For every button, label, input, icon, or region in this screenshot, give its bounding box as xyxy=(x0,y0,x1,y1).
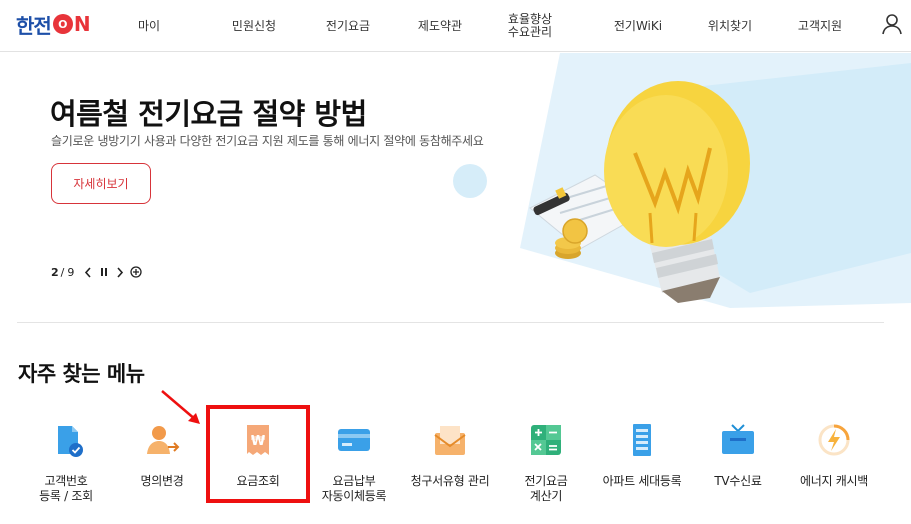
plus-circle-icon xyxy=(130,266,143,278)
nav-label: 민원신청 xyxy=(231,18,277,33)
chevron-left-icon xyxy=(85,266,91,278)
quick-menu-bill-type[interactable]: 청구서유형 관리 xyxy=(402,418,498,518)
nav-item-customer-support[interactable]: 고객지원 xyxy=(784,0,856,52)
nav-label: 고객지원 xyxy=(797,18,843,33)
quick-menu-energy-cashback[interactable]: 에너지 캐시백 xyxy=(786,418,882,518)
banner-title: 여름철 전기요금 절약 방법 xyxy=(50,97,367,131)
prev-slide-button[interactable] xyxy=(82,265,94,279)
quick-menu-name-change[interactable]: 명의변경 xyxy=(114,418,210,518)
section-divider xyxy=(17,322,884,323)
banner-pager: 2 / 9 xyxy=(51,264,143,280)
energy-cashback-icon xyxy=(818,424,850,456)
name-change-icon xyxy=(147,426,180,454)
nav-item-electricity-rates[interactable]: 전기요금 xyxy=(312,0,384,52)
kepco-on-logo[interactable]: 한전 O N xyxy=(16,12,91,38)
nav-item-efficiency[interactable]: 효율향상 수요관리 xyxy=(494,0,566,52)
quick-menu-label: 명의변경 xyxy=(140,474,184,488)
lightbulb-illustration xyxy=(453,53,911,308)
nav-label: 전기요금 xyxy=(325,18,371,33)
nav-label: 전기WiKi xyxy=(613,18,663,33)
tv-icon xyxy=(722,424,754,454)
pager-current: 2 xyxy=(51,265,59,279)
nav-label: 마이 xyxy=(137,18,161,33)
quick-menu-label: 청구서유형 관리 xyxy=(410,474,490,488)
nav-item-policies[interactable]: 제도약관 xyxy=(404,0,476,52)
envelope-icon xyxy=(434,426,466,455)
chevron-right-icon xyxy=(117,266,124,278)
pager-separator: / xyxy=(60,265,65,279)
nav-label: 제도약관 xyxy=(417,18,463,33)
nav-item-my[interactable]: 마이 xyxy=(118,0,180,52)
quick-menu-apartment[interactable]: 아파트 세대등록 xyxy=(594,418,690,518)
user-icon[interactable] xyxy=(880,12,904,36)
nav-item-wiki[interactable]: 전기WiKi xyxy=(602,0,674,52)
quick-menu-label: 아파트 세대등록 xyxy=(602,474,682,488)
card-payment-icon xyxy=(338,429,370,451)
main-banner: 여름철 전기요금 절약 방법 슬기로운 냉방기기 사용과 다양한 전기요금 지원… xyxy=(0,53,911,323)
customer-number-icon xyxy=(58,426,83,457)
quick-menu-auto-payment[interactable]: 요금납부 자동이체등록 xyxy=(306,418,402,518)
nav-item-locations[interactable]: 위치찾기 xyxy=(694,0,766,52)
nav-label: 위치찾기 xyxy=(707,18,753,33)
quick-menu-tv-fee[interactable]: TV수신료 xyxy=(690,418,786,518)
quick-menu-label: 에너지 캐시백 xyxy=(800,474,868,488)
logo-on-mark: O N xyxy=(52,12,91,36)
quick-menu-label: TV수신료 xyxy=(714,474,762,488)
pause-icon xyxy=(101,268,108,276)
quick-menu-title: 자주 찾는 메뉴 xyxy=(18,362,145,386)
next-slide-button[interactable] xyxy=(114,265,126,279)
view-all-slides-button[interactable] xyxy=(130,265,143,279)
site-header: 한전 O N 마이 민원신청 전기요금 제도약관 효율향상 수요관리 전기WiK… xyxy=(0,0,911,52)
logo-on-o: O xyxy=(52,14,73,34)
logo-main-text: 한전 xyxy=(16,13,52,38)
pause-slide-button[interactable] xyxy=(98,265,110,279)
quick-menu-customer-number[interactable]: 고객번호 등록 / 조회 xyxy=(18,418,114,518)
highlight-box xyxy=(206,405,310,503)
quick-menu-label: 전기요금 계산기 xyxy=(524,474,568,503)
view-details-button[interactable]: 자세히보기 xyxy=(51,163,151,204)
quick-menu-label: 고객번호 등록 / 조회 xyxy=(39,474,93,503)
quick-menu-label: 요금납부 자동이체등록 xyxy=(321,474,387,503)
banner-subtitle: 슬기로운 냉방기기 사용과 다양한 전기요금 지원 제도를 통해 에너지 절약에… xyxy=(51,134,484,148)
calculator-icon xyxy=(531,425,561,455)
quick-menu-rate-calculator[interactable]: 전기요금 계산기 xyxy=(498,418,594,518)
apartment-icon xyxy=(633,424,651,456)
pager-total: 9 xyxy=(67,265,75,279)
logo-on-n: N xyxy=(73,12,91,36)
nav-label: 효율향상 수요관리 xyxy=(507,12,553,39)
nav-item-civil-service[interactable]: 민원신청 xyxy=(218,0,290,52)
